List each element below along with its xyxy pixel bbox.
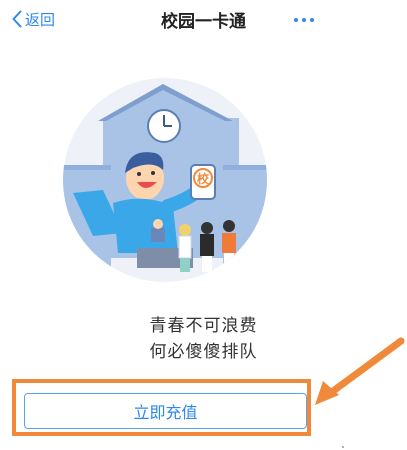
back-button[interactable]: 返回 <box>12 8 55 30</box>
slogan-line-1: 青春不可浪费 <box>149 316 258 336</box>
hero-illustration: 校 <box>63 78 267 282</box>
slogan-line-2: 何必傻傻排队 <box>149 342 258 362</box>
queue-people <box>178 220 236 272</box>
nav-bar: 返回 校园一卡通 <box>0 0 407 40</box>
recharge-button[interactable]: 立即充值 <box>24 393 307 429</box>
card-char: 校 <box>197 171 210 186</box>
more-button[interactable] <box>292 12 316 26</box>
clock-icon <box>147 109 181 143</box>
decorative-dot <box>342 446 344 448</box>
page-title: 校园一卡通 <box>161 12 246 32</box>
phone-icon: 校 <box>190 164 216 200</box>
back-label: 返回 <box>25 10 56 29</box>
chevron-left-icon <box>12 10 22 28</box>
more-dots-icon <box>294 18 314 22</box>
